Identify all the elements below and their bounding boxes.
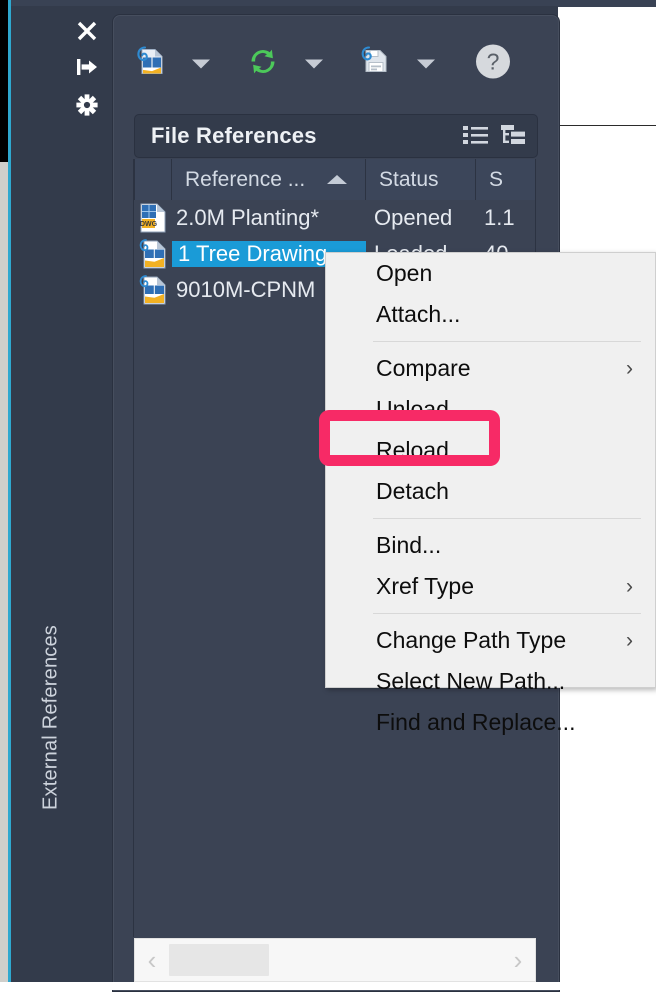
table-row[interactable]: DWG 2.0M Planting* Opened 1.1 [134,200,536,236]
menu-item-find-and-replace[interactable]: Find and Replace... [326,702,655,743]
column-header-icon[interactable] [134,159,172,200]
file-references-header: File References [134,114,538,158]
menu-item-reload[interactable]: Reload [326,430,655,471]
submenu-chevron-icon: › [626,628,633,652]
menu-item-label: Change Path Type [376,627,567,653]
sort-ascending-icon [327,175,347,184]
context-menu: Open Attach... Compare › Unload Reload D… [325,252,656,735]
help-icon[interactable]: ? [474,43,512,86]
xref-file-icon [134,239,172,269]
menu-item-label: Xref Type [376,573,475,599]
menu-item-label: Unload [376,396,449,422]
list-view-icon[interactable] [463,124,489,151]
menu-item-compare[interactable]: Compare › [326,348,655,389]
menu-item-label: Bind... [376,532,442,558]
row-size: 1.1 [484,205,515,230]
submenu-chevron-icon: › [626,574,633,598]
dwg-file-icon: DWG [134,203,172,233]
menu-item-label: Compare [376,355,471,381]
settings-gear-icon[interactable] [72,90,102,120]
panel-title: File References [151,123,317,148]
dock-tab-label: External References [39,625,62,811]
tree-view-icon[interactable] [501,124,527,151]
menu-item-detach[interactable]: Detach [326,471,655,512]
column-header-size-label: S [489,167,504,191]
menu-item-label: Detach [376,478,449,504]
attach-dwg-icon[interactable] [132,44,168,85]
menu-separator [373,341,641,342]
menu-item-xref-type[interactable]: Xref Type › [326,566,655,607]
menu-separator [373,518,641,519]
xref-toolbar: ? [112,20,558,108]
column-header-size[interactable]: S [476,159,536,200]
bottom-edge-strip [0,982,656,990]
dock-vertical-tab[interactable]: External References [11,6,69,990]
menu-item-label: Attach... [376,301,461,327]
menu-separator [373,613,641,614]
changes-dropdown-caret[interactable] [417,59,435,69]
menu-item-label: Open [376,260,433,286]
row-status: Opened [374,205,453,230]
svg-text:?: ? [487,49,500,75]
column-header-row: Reference ... Status S [134,159,536,200]
changes-to-xref-icon[interactable] [357,44,393,85]
menu-item-label: Find and Replace... [376,709,576,735]
scrollbar-thumb[interactable] [169,944,269,976]
canvas-divider-line [558,125,656,126]
menu-item-unload[interactable]: Unload [326,389,655,430]
close-icon[interactable] [72,16,102,46]
attach-dropdown-caret[interactable] [192,59,210,69]
menu-item-open[interactable]: Open [326,253,655,294]
refresh-icon[interactable] [245,44,281,85]
scroll-right-arrow-icon[interactable]: › [501,945,535,976]
column-header-status-label: Status [379,167,439,191]
menu-item-label: Select New Path... [376,668,566,694]
view-toggle-group [463,124,527,151]
column-header-reference-label: Reference ... [185,167,306,191]
menu-item-attach[interactable]: Attach... [326,294,655,335]
menu-item-select-new-path[interactable]: Select New Path... [326,661,655,702]
menu-item-label: Reload [376,437,449,463]
column-header-reference[interactable]: Reference ... [172,159,366,200]
menu-item-change-path-type[interactable]: Change Path Type › [326,620,655,661]
auto-hide-icon[interactable] [72,52,102,82]
svg-text:DWG: DWG [140,221,158,228]
row-reference: 2.0M Planting* [176,205,320,230]
file-list: DWG 2.0M Planting* Opened 1.1 1 Tree Dra [134,200,536,305]
refresh-dropdown-caret[interactable] [305,59,323,69]
menu-item-bind[interactable]: Bind... [326,525,655,566]
screen-root: External References ? File References Re… [0,0,656,992]
column-header-status[interactable]: Status [366,159,476,200]
scroll-left-arrow-icon[interactable]: ‹ [135,945,169,976]
submenu-chevron-icon: › [626,356,633,380]
horizontal-scrollbar[interactable]: ‹ › [134,938,536,982]
xref-file-icon [134,275,172,305]
